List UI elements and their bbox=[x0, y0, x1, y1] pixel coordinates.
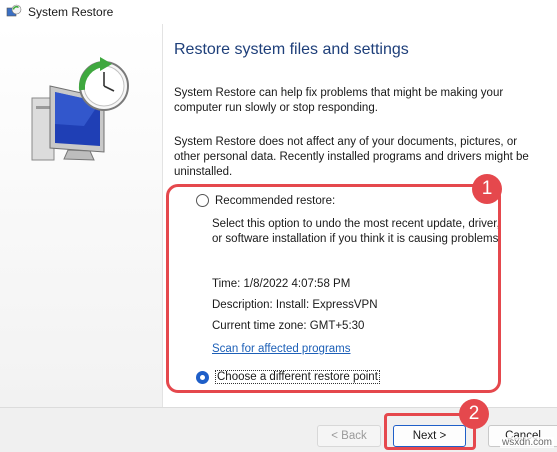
options-highlight-annotation bbox=[166, 184, 501, 393]
system-restore-illustration-icon bbox=[31, 57, 129, 161]
back-button[interactable]: < Back bbox=[317, 425, 381, 447]
left-graphic-panel bbox=[0, 24, 163, 407]
intro-paragraph: System Restore can help fix problems tha… bbox=[174, 87, 504, 114]
page-heading: Restore system files and settings bbox=[174, 41, 409, 58]
title-bar: System Restore bbox=[0, 0, 557, 24]
info-paragraph: System Restore does not affect any of yo… bbox=[174, 136, 529, 178]
step-badge-1: 1 bbox=[472, 174, 502, 204]
step-badge-2: 2 bbox=[459, 399, 489, 429]
system-restore-app-icon bbox=[6, 4, 22, 20]
watermark: wsxdn.com bbox=[500, 437, 555, 448]
window-title: System Restore bbox=[28, 5, 114, 19]
